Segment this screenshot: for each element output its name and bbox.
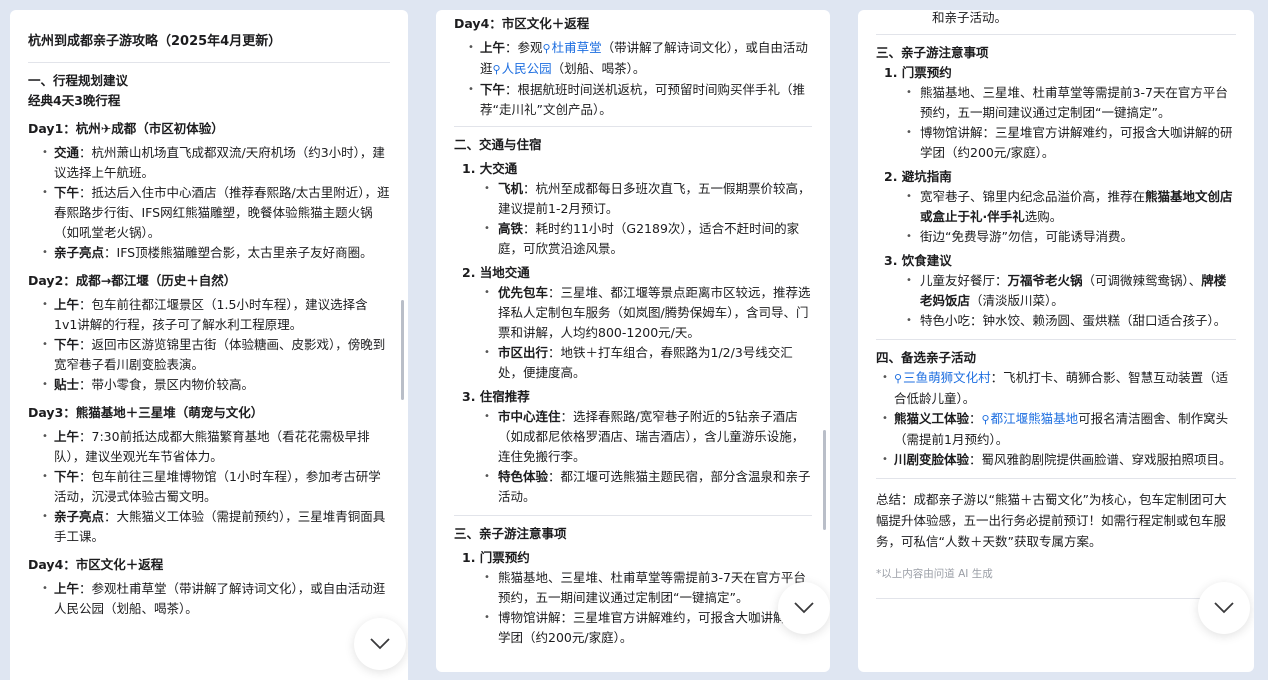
list-item: 儿童友好餐厅：万福爷老火锅（可调微辣鸳鸯锅）、牌楼老妈饭店（清淡版川菜）。 (906, 271, 1236, 311)
divider (454, 515, 812, 516)
list-item: 上午：参观⚲杜甫草堂（带讲解了解诗词文化），或自由活动逛⚲人民公园（划船、喝茶）… (468, 38, 812, 80)
location-link[interactable]: 三鱼萌狮文化村 (903, 370, 991, 385)
day3-title: Day3：熊猫基地＋三星堆（萌宠与文化） (28, 405, 264, 420)
list-item: 飞机：杭州至成都每日多班次直飞，五一假期票价较高，建议提前1-2月预订。 (484, 179, 812, 219)
section-heading: 三、亲子游注意事项 (454, 526, 567, 541)
list-item: 特色小吃：钟水饺、赖汤圆、蛋烘糕（甜口适合孩子）。 (906, 311, 1236, 331)
article-content-2: Day4：市区文化＋返程 上午：参观⚲杜甫草堂（带讲解了解诗词文化），或自由活动… (454, 14, 812, 648)
divider (454, 126, 812, 127)
scrollbar[interactable] (401, 300, 404, 400)
divider (876, 478, 1236, 479)
day2-title: Day2：成都→都江堰（历史＋自然） (28, 273, 237, 288)
scroll-down-button[interactable] (778, 582, 830, 634)
ai-generated-note: *以上内容由问道 AI 生成 (876, 568, 993, 580)
day2-list: 上午：包车前往都江堰景区（1.5小时车程），建议选择含1v1讲解的行程，孩子可了… (28, 295, 390, 395)
list-item: 熊猫义工体验：⚲都江堰熊猫基地可报名清洁圈舍、制作窝头（需提前1月预约）。 (882, 409, 1236, 450)
list-item: 熊猫基地、三星堆、杜甫草堂等需提前3-7天在官方平台预约，五一期间建议通过定制团… (906, 83, 1236, 123)
sub-list: 熊猫基地、三星堆、杜甫草堂等需提前3-7天在官方平台预约，五一期间建议通过定制团… (454, 568, 812, 648)
sub-list: 宽窄巷子、锦里内纪念品溢价高，推荐在熊猫基地文创店或盒止于礼·伴手礼选购。 街边… (876, 187, 1236, 247)
scroll-down-button[interactable] (354, 618, 406, 670)
list-item: 博物馆讲解：三星堆官方讲解难约，可报含大咖讲解的研学团（约200元/家庭）。 (906, 123, 1236, 163)
divider (876, 34, 1236, 35)
continued-text: 和亲子活动。 (932, 10, 1008, 25)
list-item: 特色体验：都江堰可选熊猫主题民宿，部分含温泉和亲子活动。 (484, 467, 812, 507)
list-item: 宽窄巷子、锦里内纪念品溢价高，推荐在熊猫基地文创店或盒止于礼·伴手礼选购。 (906, 187, 1236, 227)
day1-list: 交通：杭州萧山机场直飞成都双流/天府机场（约3小时），建议选择上午航班。 下午：… (28, 143, 390, 263)
chevron-down-icon (794, 602, 814, 614)
list-item: ⚲三鱼萌狮文化村：飞机打卡、萌狮合影、智慧互动装置（适合低龄儿童）。 (882, 368, 1236, 409)
list-item: 上午：参观杜甫草堂（带讲解了解诗词文化），或自由活动逛人民公园（划船、喝茶）。 (42, 579, 390, 619)
list-item: 下午：返回市区游览锦里古街（体验糖画、皮影戏），傍晚到宽窄巷子看川剧变脸表演。 (42, 335, 390, 375)
list-item: 市区出行：地铁＋打车组合，春熙路为1/2/3号线交汇处，便捷度高。 (484, 343, 812, 383)
list-item: 高铁：耗时约11小时（G2189次），适合不赶时间的家庭，可欣赏沿途风景。 (484, 219, 812, 259)
list-item: 熊猫基地、三星堆、杜甫草堂等需提前3-7天在官方平台预约，五一期间建议通过定制团… (484, 568, 812, 608)
location-link[interactable]: 杜甫草堂 (552, 40, 602, 55)
article-content-1: 杭州到成都亲子游攻略（2025年4月更新） 一、行程规划建议 经典4天3晚行程 … (28, 32, 390, 619)
subsection-title: 3. 住宿推荐 (462, 389, 530, 404)
list-item: 交通：杭州萧山机场直飞成都双流/天府机场（约3小时），建议选择上午航班。 (42, 143, 390, 183)
location-pin-icon: ⚲ (981, 413, 990, 426)
article-panel-3[interactable]: 和亲子活动。 三、亲子游注意事项 1. 门票预约 熊猫基地、三星堆、杜甫草堂等需… (858, 10, 1254, 672)
divider (876, 598, 1236, 599)
section-heading: 三、亲子游注意事项 (876, 45, 989, 60)
subsection-title: 3. 饮食建议 (884, 253, 952, 268)
list-item: 街边“免费导游”勿信，可能诱导消费。 (906, 227, 1236, 247)
sub-list: 熊猫基地、三星堆、杜甫草堂等需提前3-7天在官方平台预约，五一期间建议通过定制团… (876, 83, 1236, 163)
article-panel-1[interactable]: 杭州到成都亲子游攻略（2025年4月更新） 一、行程规划建议 经典4天3晚行程 … (10, 10, 408, 680)
subsection-title: 2. 当地交通 (462, 265, 530, 280)
list-item: 上午：包车前往都江堰景区（1.5小时车程），建议选择含1v1讲解的行程，孩子可了… (42, 295, 390, 335)
sub-list: 儿童友好餐厅：万福爷老火锅（可调微辣鸳鸯锅）、牌楼老妈饭店（清淡版川菜）。 特色… (876, 271, 1236, 331)
list-item: 下午：抵达后入住市中心酒店（推荐春熙路/太古里附近），逛春熙路步行街、IFS网红… (42, 183, 390, 243)
sub-list: 飞机：杭州至成都每日多班次直飞，五一假期票价较高，建议提前1-2月预订。 高铁：… (454, 179, 812, 259)
summary-text: 总结：成都亲子游以“熊猫＋古蜀文化”为核心，包车定制团可大幅提升体验感，五一出行… (876, 492, 1227, 549)
subsection-title: 1. 门票预约 (462, 550, 530, 565)
location-pin-icon: ⚲ (542, 42, 551, 55)
list-item: 市中心连住：选择春熙路/宽窄巷子附近的5钻亲子酒店（如成都尼依格罗酒店、瑞吉酒店… (484, 407, 812, 467)
day4-title: Day4：市区文化＋返程 (28, 557, 164, 572)
section-heading: 一、行程规划建议 (28, 73, 129, 88)
sub-list: 优先包车：三星堆、都江堰等景点距离市区较远，推荐选择私人定制包车服务（如岚图/腾… (454, 283, 812, 383)
chevron-down-icon (1214, 602, 1234, 614)
scrollbar[interactable] (823, 430, 826, 530)
list-item: 上午：7:30前抵达成都大熊猫繁育基地（看花花需极早排队），建议坐观光车节省体力… (42, 427, 390, 467)
list-item: 下午：根据航班时间送机返杭，可预留时间购买伴手礼（推荐“走川礼”文创产品）。 (468, 80, 812, 120)
day4-list: 上午：参观杜甫草堂（带讲解了解诗词文化），或自由活动逛人民公园（划船、喝茶）。 (28, 579, 390, 619)
alt-list: ⚲三鱼萌狮文化村：飞机打卡、萌狮合影、智慧互动装置（适合低龄儿童）。 熊猫义工体… (876, 368, 1236, 470)
list-item: 川剧变脸体验：蜀风雅韵剧院提供画脸谱、穿戏服拍照项目。 (882, 450, 1236, 470)
scroll-down-button[interactable] (1198, 582, 1250, 634)
location-link[interactable]: 都江堰熊猫基地 (991, 411, 1079, 426)
list-item: 博物馆讲解：三星堆官方讲解难约，可报含大咖讲解的研学团（约200元/家庭）。 (484, 608, 812, 648)
section-heading: 二、交通与住宿 (454, 137, 542, 152)
article-panel-2[interactable]: Day4：市区文化＋返程 上午：参观⚲杜甫草堂（带讲解了解诗词文化），或自由活动… (436, 10, 830, 672)
article-content-3: 和亲子活动。 三、亲子游注意事项 1. 门票预约 熊猫基地、三星堆、杜甫草堂等需… (876, 10, 1236, 607)
day4-list: 上午：参观⚲杜甫草堂（带讲解了解诗词文化），或自由活动逛⚲人民公园（划船、喝茶）… (454, 38, 812, 120)
list-item: 下午：包车前往三星堆博物馆（1小时车程），参加考古研学活动，沉浸式体验古蜀文明。 (42, 467, 390, 507)
section-heading: 四、备选亲子活动 (876, 350, 977, 365)
subsection-title: 2. 避坑指南 (884, 169, 952, 184)
day1-title: Day1：杭州✈成都（市区初体验） (28, 121, 224, 136)
list-item: 优先包车：三星堆、都江堰等景点距离市区较远，推荐选择私人定制包车服务（如岚图/腾… (484, 283, 812, 343)
article-title: 杭州到成都亲子游攻略（2025年4月更新） (28, 34, 282, 49)
location-pin-icon: ⚲ (492, 63, 501, 76)
day4-title: Day4：市区文化＋返程 (454, 16, 590, 31)
sub-list: 市中心连住：选择春熙路/宽窄巷子附近的5钻亲子酒店（如成都尼依格罗酒店、瑞吉酒店… (454, 407, 812, 507)
subsection-title: 1. 门票预约 (884, 65, 952, 80)
location-pin-icon: ⚲ (894, 372, 903, 385)
list-item: 贴士：带小零食，景区内物价较高。 (42, 375, 390, 395)
chevron-down-icon (370, 638, 390, 650)
divider (28, 62, 390, 63)
divider (876, 339, 1236, 340)
list-item: 亲子亮点：IFS顶楼熊猫雕塑合影，太古里亲子友好商圈。 (42, 243, 390, 263)
subsection-title: 1. 大交通 (462, 161, 518, 176)
section-subheading: 经典4天3晚行程 (28, 93, 121, 108)
list-item: 亲子亮点：大熊猫义工体验（需提前预约），三星堆青铜面具手工课。 (42, 507, 390, 547)
day3-list: 上午：7:30前抵达成都大熊猫繁育基地（看花花需极早排队），建议坐观光车节省体力… (28, 427, 390, 547)
location-link[interactable]: 人民公园 (502, 61, 552, 76)
